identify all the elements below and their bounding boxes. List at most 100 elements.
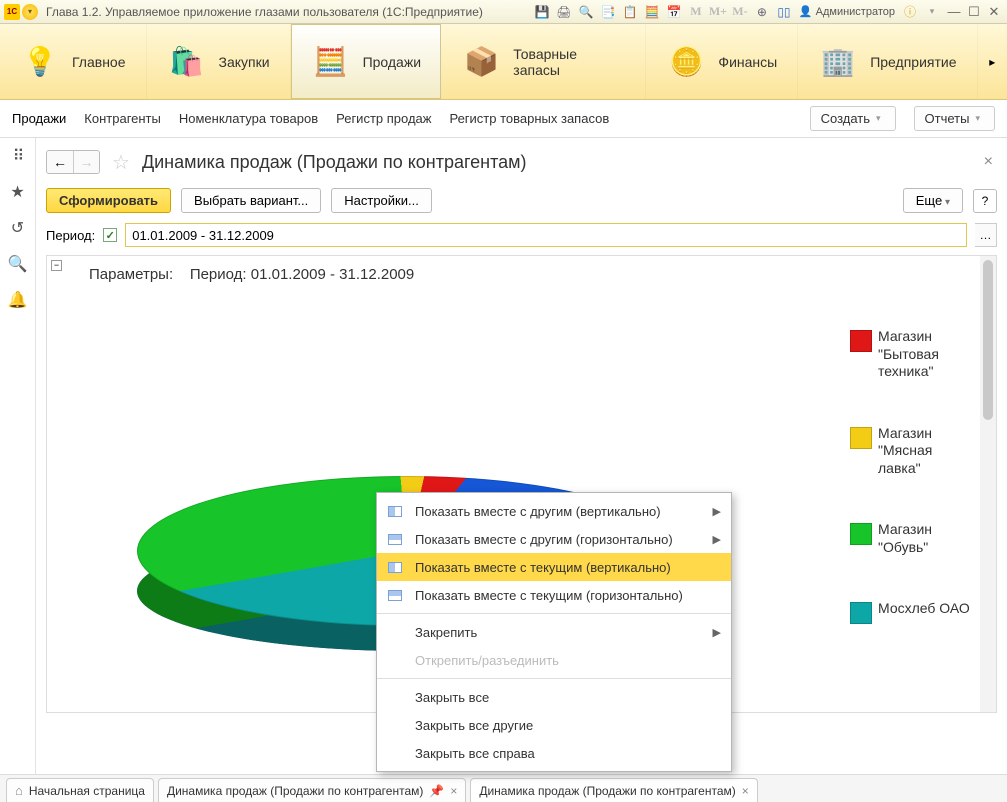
legend-item-2: Магазин "Обувь" — [850, 521, 974, 556]
subnav-item-2[interactable]: Номенклатура товаров — [179, 111, 318, 126]
menu-item-5: Открепить/разъединить — [377, 646, 731, 674]
legend-item-1: Магазин "Мясная лавка" — [850, 425, 974, 478]
period-value: 01.01.2009 - 31.12.2009 — [132, 228, 274, 243]
subnav-item-0[interactable]: Продажи — [12, 111, 66, 126]
nav-label: Главное — [72, 54, 126, 70]
sub-nav: Продажи Контрагенты Номенклатура товаров Ре… — [0, 100, 1007, 138]
nav-item-1[interactable]: 🛍️Закупки — [147, 24, 291, 99]
m-plus-icon[interactable]: M+ — [708, 3, 728, 21]
help-button[interactable]: ? — [973, 189, 997, 213]
minimize-button[interactable]: — — [945, 4, 963, 20]
app-menu-dropdown[interactable]: ▾ — [22, 4, 38, 20]
menu-label: Открепить/разъединить — [415, 653, 559, 668]
variant-button[interactable]: Выбрать вариант... — [181, 188, 321, 213]
info-icon[interactable]: ⓘ — [900, 3, 920, 21]
page-close-button[interactable]: × — [980, 153, 997, 171]
submenu-arrow-icon: ▶ — [713, 505, 721, 518]
subnav-item-1[interactable]: Контрагенты — [84, 111, 161, 126]
window-title: Глава 1.2. Управляемое приложение глазам… — [46, 5, 483, 19]
legend-item-3: Мосхлеб ОАО — [850, 600, 974, 624]
calculator-icon[interactable]: 🧮 — [642, 3, 662, 21]
nav-item-2[interactable]: 🧮Продажи — [291, 24, 442, 99]
favorites-icon[interactable]: ★ — [10, 182, 24, 202]
settings-button[interactable]: Настройки... — [331, 188, 432, 213]
favorite-star-icon[interactable]: ☆ — [112, 150, 130, 175]
menu-item-1[interactable]: Показать вместе с другим (горизонтально)… — [377, 525, 731, 553]
notifications-icon[interactable]: 🔔 — [8, 290, 28, 310]
compare-icon[interactable]: 📑 — [598, 3, 618, 21]
tab-2[interactable]: Динамика продаж (Продажи по контрагентам… — [470, 778, 757, 802]
nav-item-5[interactable]: 🏢 Предприятие — [798, 24, 977, 99]
zoom-icon[interactable]: ⊕ — [752, 3, 772, 21]
form-button[interactable]: Сформировать — [46, 188, 171, 213]
reports-button[interactable]: Отчеты▾ — [914, 106, 995, 131]
menu-item-6[interactable]: Закрыть все — [377, 683, 731, 711]
menu-label: Закрепить — [415, 625, 477, 640]
tab-0[interactable]: ⌂Начальная страница — [6, 778, 154, 802]
tab-close-icon[interactable]: × — [742, 784, 749, 798]
calendar-icon[interactable]: 📅 — [664, 3, 684, 21]
tab-1[interactable]: Динамика продаж (Продажи по контрагентам… — [158, 778, 466, 802]
tab-label: Динамика продаж (Продажи по контрагентам… — [167, 784, 423, 798]
legend-label: Магазин "Обувь" — [878, 521, 974, 556]
preview-icon[interactable]: 🔍 — [576, 3, 596, 21]
tab-close-icon[interactable]: × — [450, 784, 457, 798]
nav-icon: 🪙 — [666, 42, 706, 82]
subnav-item-3[interactable]: Регистр продаж — [336, 111, 431, 126]
menu-item-7[interactable]: Закрыть все другие — [377, 711, 731, 739]
nav-item-4[interactable]: 🪙 Финансы — [646, 24, 798, 99]
nav-label: Финансы — [718, 54, 777, 70]
legend-label: Мосхлеб ОАО — [878, 600, 970, 618]
nav-icon: 🏢 — [818, 42, 858, 82]
close-button[interactable]: ✕ — [985, 4, 1003, 20]
clipboard-icon[interactable]: 📋 — [620, 3, 640, 21]
window-tabs: ⌂Начальная страница Динамика продаж (Прод… — [0, 774, 1007, 802]
params-label: Параметры: — [89, 266, 173, 283]
history-icon[interactable]: ↺ — [11, 218, 24, 238]
nav-item-0[interactable]: 💡 Главное — [0, 24, 147, 99]
chart-legend: Магазин "Бытовая техника"Магазин "Мясная… — [850, 328, 974, 668]
search-icon[interactable]: 🔍 — [8, 254, 28, 274]
save-icon[interactable]: 💾 — [532, 3, 552, 21]
user-indicator[interactable]: 👤Администратор — [799, 5, 895, 18]
period-select-button[interactable]: … — [975, 223, 997, 247]
m-minus-icon[interactable]: M- — [730, 3, 750, 21]
menu-label: Закрыть все — [415, 690, 489, 705]
report-params: Параметры: Период: 01.01.2009 - 31.12.20… — [89, 266, 414, 283]
nav-icon: 🧮 — [311, 42, 351, 82]
nav-label: Предприятие — [870, 54, 956, 70]
m-icon[interactable]: M — [686, 3, 706, 21]
print-icon[interactable]: 🖨 — [554, 3, 574, 21]
period-input[interactable]: 01.01.2009 - 31.12.2009 — [125, 223, 967, 247]
menu-item-4[interactable]: Закрепить▶ — [377, 618, 731, 646]
panels-icon[interactable]: ▯▯ — [774, 3, 794, 21]
info-dd-icon[interactable]: ▾ — [922, 3, 942, 21]
sections-icon[interactable]: ⠿ — [13, 146, 23, 166]
menu-item-2[interactable]: Показать вместе с текущим (вертикально) — [377, 553, 731, 581]
menu-item-3[interactable]: Показать вместе с текущим (горизонтально… — [377, 581, 731, 609]
vertical-scrollbar[interactable] — [980, 256, 996, 712]
create-button[interactable]: Создать▾ — [810, 106, 896, 131]
nav-icon: 💡 — [20, 42, 60, 82]
menu-icon — [385, 587, 405, 603]
back-button[interactable]: ← — [47, 151, 73, 173]
period-checkbox[interactable]: ✓ — [103, 228, 117, 242]
menu-item-0[interactable]: Показать вместе с другим (вертикально)▶ — [377, 497, 731, 525]
menu-item-8[interactable]: Закрыть все справа — [377, 739, 731, 767]
user-icon: 👤 — [799, 5, 813, 18]
legend-swatch — [850, 427, 872, 449]
nav-buttons: ← → — [46, 150, 100, 174]
nav-more-button[interactable]: ▸ — [978, 24, 1007, 99]
nav-item-3[interactable]: 📦Товарные запасы — [442, 24, 646, 99]
maximize-button[interactable]: ☐ — [965, 4, 983, 20]
submenu-arrow-icon: ▶ — [713, 533, 721, 546]
forward-button[interactable]: → — [73, 151, 99, 173]
titlebar: 1C ▾ Глава 1.2. Управляемое приложение г… — [0, 0, 1007, 24]
collapse-toggle[interactable]: − — [51, 260, 62, 271]
nav-icon: 📦 — [462, 42, 501, 82]
subnav-item-4[interactable]: Регистр товарных запасов — [449, 111, 609, 126]
menu-label: Закрыть все справа — [415, 746, 535, 761]
more-button[interactable]: Еще — [903, 188, 963, 213]
menu-label: Показать вместе с текущим (горизонтально… — [415, 588, 683, 603]
context-menu: Показать вместе с другим (вертикально)▶П… — [376, 492, 732, 772]
